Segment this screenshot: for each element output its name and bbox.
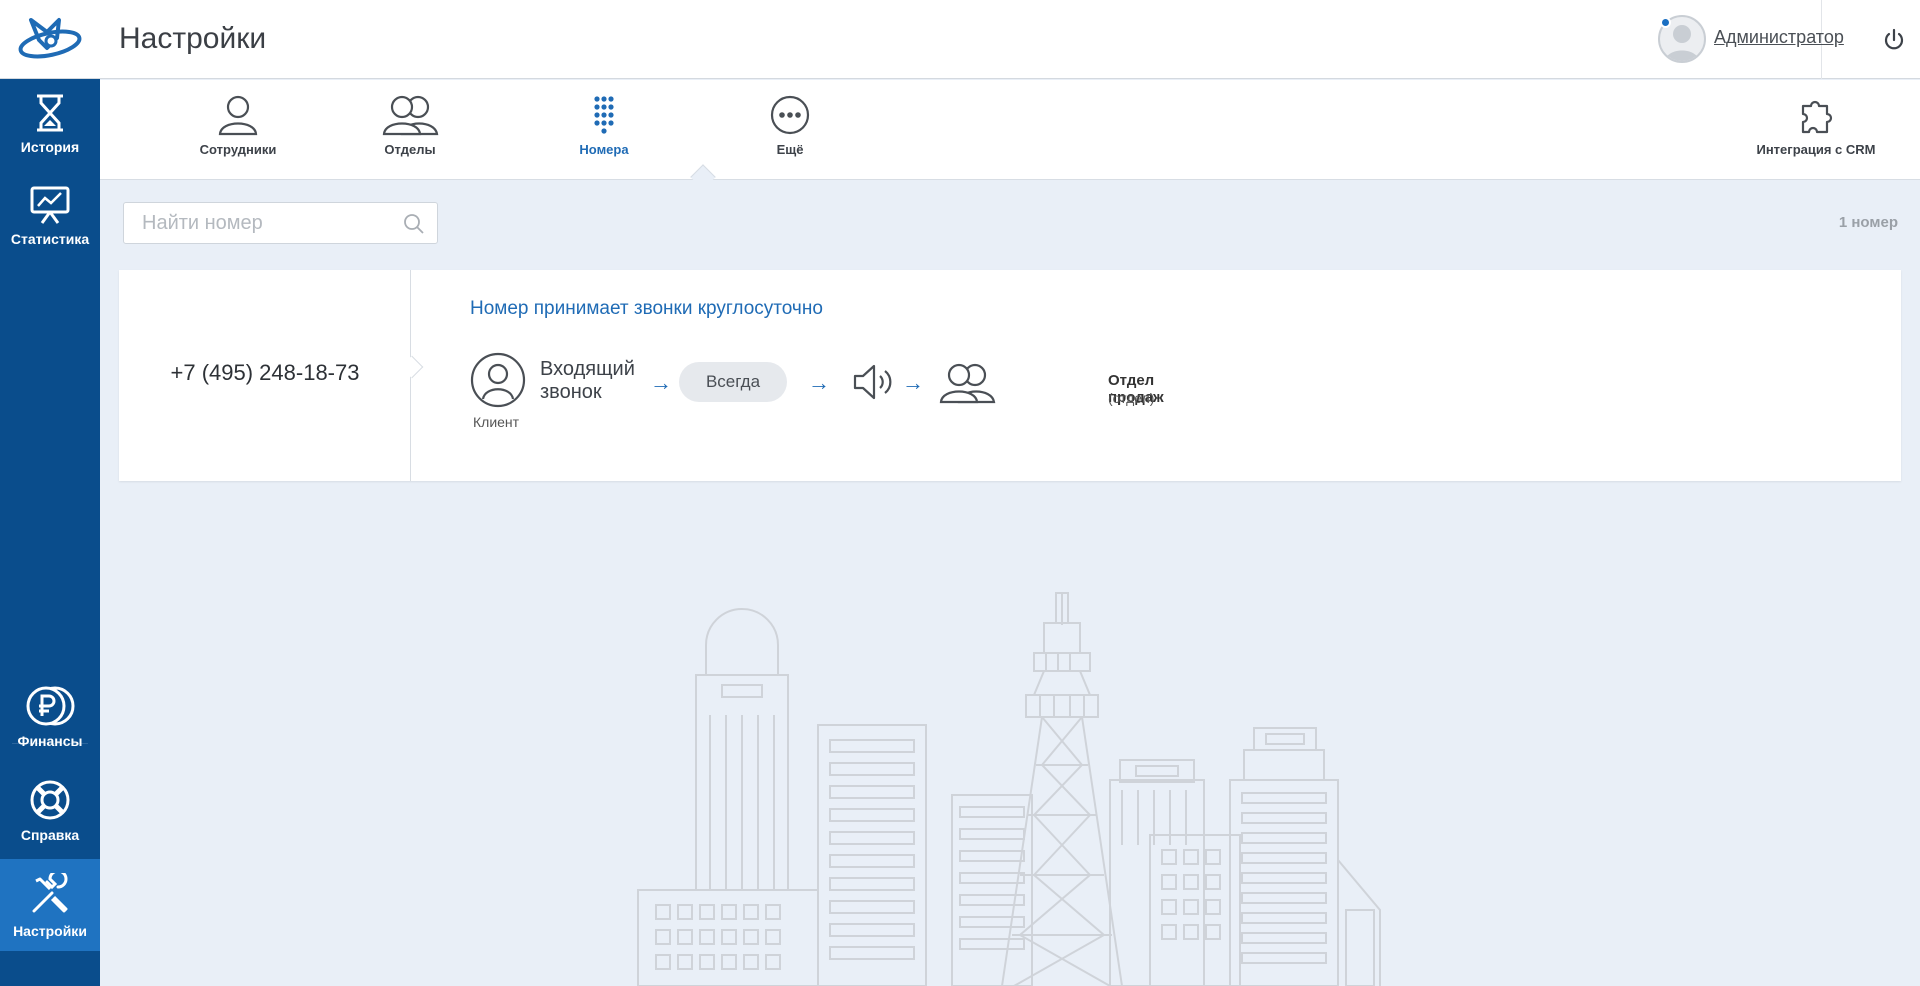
tab-label: Номера [579, 142, 629, 157]
client-label: Клиент [473, 414, 520, 430]
user-icon [218, 95, 258, 136]
keypad-icon [594, 96, 614, 134]
power-icon [1884, 28, 1904, 50]
search-icon[interactable] [403, 213, 425, 235]
schedule-pill[interactable]: Всегда [679, 362, 787, 402]
client-icon [470, 352, 526, 408]
tab-departments[interactable]: Отделы [340, 94, 480, 157]
user-name-link[interactable]: Администратор [1714, 27, 1844, 48]
tab-label: Интеграция с CRM [1756, 142, 1876, 157]
tab-label: Сотрудники [199, 142, 277, 157]
sidebar-item-label: Статистика [10, 231, 90, 247]
sidebar-item-label: Настройки [13, 923, 87, 939]
tools-icon [32, 873, 68, 913]
cityscape-illustration [637, 592, 1381, 986]
logo-icon [18, 17, 82, 58]
ruble-coins-icon [26, 686, 75, 726]
arrow-right-icon: → [650, 370, 672, 395]
sidebar-item-history[interactable]: История [0, 79, 100, 171]
arrow-right-icon: → [902, 370, 924, 395]
sidebar-item-settings[interactable]: Настройки [0, 859, 100, 951]
tab-crm-integration[interactable]: Интеграция с CRM [1736, 94, 1896, 157]
search-box [123, 202, 438, 244]
department-icon [939, 363, 996, 404]
sidebar-item-help[interactable]: Справка [0, 765, 100, 857]
tab-more[interactable]: Ещё [720, 94, 860, 157]
destination-type: (отдел) [1108, 390, 1155, 406]
tab-numbers[interactable]: Номера [534, 94, 674, 157]
number-rule-title[interactable]: Номер принимает звонки круглосуточно [470, 298, 823, 320]
sidebar: История Статистика Финансы Справка Настр… [0, 79, 100, 986]
sidebar-item-finance[interactable]: Финансы [0, 671, 100, 763]
tab-label: Отделы [384, 142, 436, 157]
arrow-right-icon: → [808, 370, 830, 395]
incoming-call-label: Входящий звонок [540, 358, 635, 404]
phone-number: +7 (495) 248-18-73 [170, 360, 360, 385]
speaker-icon[interactable] [852, 362, 896, 402]
active-tab-caret [690, 164, 716, 190]
incoming-line-2: звонок [540, 381, 602, 403]
logo[interactable] [0, 0, 100, 79]
sidebar-item-statistics[interactable]: Статистика [0, 171, 100, 263]
lifebuoy-icon [30, 780, 70, 820]
numbers-count: 1 номер [1838, 214, 1898, 231]
incoming-line-1: Входящий [540, 358, 635, 380]
hourglass-icon [37, 94, 63, 132]
page-title: Настройки [119, 22, 267, 55]
presentation-chart-icon [30, 186, 70, 224]
sidebar-item-label: Справка [20, 827, 80, 843]
search-input[interactable] [142, 203, 392, 243]
puzzle-icon [1801, 100, 1833, 134]
top-header: Настройки Администратор [0, 0, 1920, 79]
online-status-dot [1660, 17, 1671, 28]
tab-employees[interactable]: Сотрудники [168, 94, 308, 157]
sidebar-item-label: История [20, 139, 80, 155]
number-card[interactable]: +7 (495) 248-18-73 Номер принимает звонк… [119, 270, 1901, 481]
tab-bar: Сотрудники Отделы Номера Ещё Интеграция … [100, 80, 1920, 190]
sidebar-item-label: Финансы [17, 733, 83, 749]
tab-label: Ещё [776, 142, 804, 157]
users-icon [382, 95, 439, 136]
power-button[interactable] [1880, 26, 1908, 54]
more-icon [770, 95, 810, 135]
